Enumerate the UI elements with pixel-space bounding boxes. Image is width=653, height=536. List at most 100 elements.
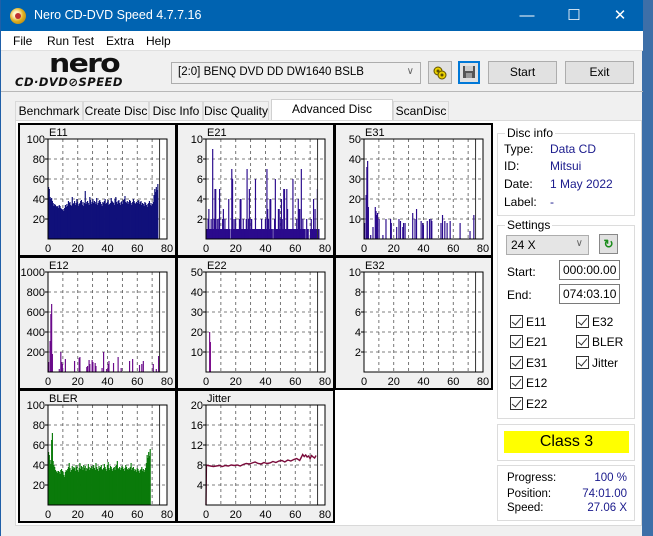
y-tick-label: 6 bbox=[355, 307, 361, 319]
bar bbox=[152, 364, 154, 372]
maximize-button[interactable]: ☐ bbox=[551, 0, 597, 31]
x-tick-label: 40 bbox=[417, 376, 429, 388]
bar bbox=[459, 223, 461, 239]
bar bbox=[473, 215, 475, 239]
tab-scandisc[interactable]: ScanDisc bbox=[393, 101, 449, 121]
bar bbox=[228, 229, 231, 239]
y-tick-label: 20 bbox=[33, 214, 45, 226]
checkbox-label: BLER bbox=[592, 335, 624, 349]
y-tick-label: 8 bbox=[355, 287, 361, 299]
menu-extra[interactable]: Extra bbox=[106, 34, 134, 48]
bar bbox=[89, 364, 91, 372]
bar bbox=[382, 235, 384, 239]
checkbox-checked-icon bbox=[510, 376, 523, 389]
disc-id-value: Mitsui bbox=[550, 159, 582, 173]
bar bbox=[86, 366, 89, 372]
bar bbox=[132, 359, 134, 372]
chart-e11: 20 40 60 80 100 0 20 40 60 80 E11 bbox=[18, 123, 177, 257]
checkbox-e31[interactable]: E31 bbox=[510, 356, 547, 370]
chart-title: E11 bbox=[49, 127, 68, 139]
checkbox-e32[interactable]: E32 bbox=[576, 315, 613, 329]
bar bbox=[426, 221, 428, 239]
y-tick-label: 800 bbox=[27, 287, 45, 299]
chart-e22: 10 20 30 40 50 0 20 40 60 80 E22 bbox=[176, 256, 335, 390]
bar bbox=[271, 229, 273, 239]
chart-svg: 10 20 30 40 50 0 20 40 60 80 E31 bbox=[349, 127, 489, 255]
tab-create-disc[interactable]: Create Disc bbox=[83, 101, 149, 121]
y-tick-label: 40 bbox=[191, 287, 203, 299]
bar bbox=[412, 213, 414, 239]
x-tick-label: 20 bbox=[388, 243, 400, 255]
x-tick-label: 60 bbox=[289, 376, 301, 388]
floppy-disk-icon bbox=[463, 66, 475, 78]
bar bbox=[370, 235, 372, 239]
checkbox-bler[interactable]: BLER bbox=[576, 335, 623, 349]
minimize-button[interactable]: — bbox=[504, 0, 550, 31]
refresh-speed-button[interactable]: ↻ bbox=[599, 234, 618, 254]
bar bbox=[51, 354, 53, 372]
position-label: Position: bbox=[507, 488, 552, 500]
close-button[interactable]: ✕ bbox=[597, 0, 643, 31]
menu-bar: File Run Test Extra Help bbox=[1, 31, 643, 51]
drive-select[interactable]: [2:0] BENQ DVD DD DW1640 BSLB ∨ bbox=[171, 62, 421, 84]
bar bbox=[112, 363, 115, 372]
checkbox-e21[interactable]: E21 bbox=[510, 335, 547, 349]
quality-class-badge: Class 3 bbox=[504, 431, 629, 453]
menu-help[interactable]: Help bbox=[146, 34, 171, 48]
save-button[interactable] bbox=[458, 61, 480, 84]
start-button[interactable]: Start bbox=[488, 61, 557, 84]
bar bbox=[300, 169, 302, 239]
speed-select[interactable]: 24 X ∨ bbox=[506, 235, 589, 255]
y-tick-label: 16 bbox=[191, 420, 203, 432]
y-tick-label: 4 bbox=[355, 327, 361, 339]
exit-button[interactable]: Exit bbox=[565, 61, 634, 84]
x-tick-label: 20 bbox=[72, 376, 84, 388]
tab-advanced-disc-quality[interactable]: Advanced Disc Quality bbox=[271, 99, 393, 135]
x-tick-label: 40 bbox=[259, 243, 271, 255]
disc-info-heading: Disc info bbox=[505, 126, 556, 140]
chart-e31: 10 20 30 40 50 0 20 40 60 80 E31 bbox=[334, 123, 493, 257]
bar bbox=[376, 213, 379, 239]
drive-info-button[interactable] bbox=[428, 61, 452, 84]
x-tick-label: 80 bbox=[161, 509, 173, 521]
checkbox-jitter[interactable]: Jitter bbox=[576, 356, 618, 370]
disc-type-value: Data CD bbox=[550, 142, 597, 156]
checkbox-e11[interactable]: E11 bbox=[510, 315, 546, 329]
y-tick-label: 20 bbox=[33, 480, 45, 492]
y-tick-label: 1000 bbox=[21, 267, 45, 279]
chart-svg: 2 4 6 8 10 0 20 40 60 80 E32 bbox=[349, 260, 489, 388]
x-tick-label: 40 bbox=[259, 509, 271, 521]
x-tick-label: 80 bbox=[161, 243, 173, 255]
chart-e21: 2 4 6 8 10 0 20 40 60 80 E21 bbox=[176, 123, 335, 257]
x-tick-label: 80 bbox=[319, 509, 331, 521]
x-tick-label: 60 bbox=[131, 376, 143, 388]
bar bbox=[446, 223, 448, 239]
tab-disc-info[interactable]: Disc Info bbox=[149, 101, 203, 121]
y-tick-label: 60 bbox=[33, 174, 45, 186]
tab-disc-quality[interactable]: Disc Quality bbox=[203, 101, 269, 121]
x-tick-label: 80 bbox=[319, 376, 331, 388]
bar bbox=[444, 221, 446, 239]
x-tick-label: 80 bbox=[477, 376, 489, 388]
start-time-input[interactable] bbox=[559, 260, 620, 280]
checkbox-e22[interactable]: E22 bbox=[510, 397, 547, 411]
window-title: Nero CD-DVD Speed 4.7.7.16 bbox=[34, 8, 202, 22]
x-tick-label: 60 bbox=[131, 509, 143, 521]
y-tick-label: 80 bbox=[33, 420, 45, 432]
checkbox-e12[interactable]: E12 bbox=[510, 376, 547, 390]
menu-file[interactable]: File bbox=[13, 34, 32, 48]
x-tick-label: 40 bbox=[101, 509, 113, 521]
bar bbox=[402, 223, 405, 239]
bar bbox=[414, 219, 416, 239]
speed-select-value: 24 X bbox=[511, 238, 536, 252]
x-tick-label: 20 bbox=[230, 509, 242, 521]
end-time-input[interactable] bbox=[559, 284, 620, 304]
x-tick-label: 0 bbox=[203, 243, 209, 255]
menu-run-test[interactable]: Run Test bbox=[47, 34, 94, 48]
chevron-down-icon: ∨ bbox=[575, 238, 583, 249]
y-tick-label: 2 bbox=[355, 347, 361, 359]
chart-title: E32 bbox=[365, 260, 385, 272]
tab-benchmark[interactable]: Benchmark bbox=[15, 101, 83, 121]
x-tick-label: 0 bbox=[361, 243, 367, 255]
y-tick-label: 12 bbox=[191, 440, 203, 452]
